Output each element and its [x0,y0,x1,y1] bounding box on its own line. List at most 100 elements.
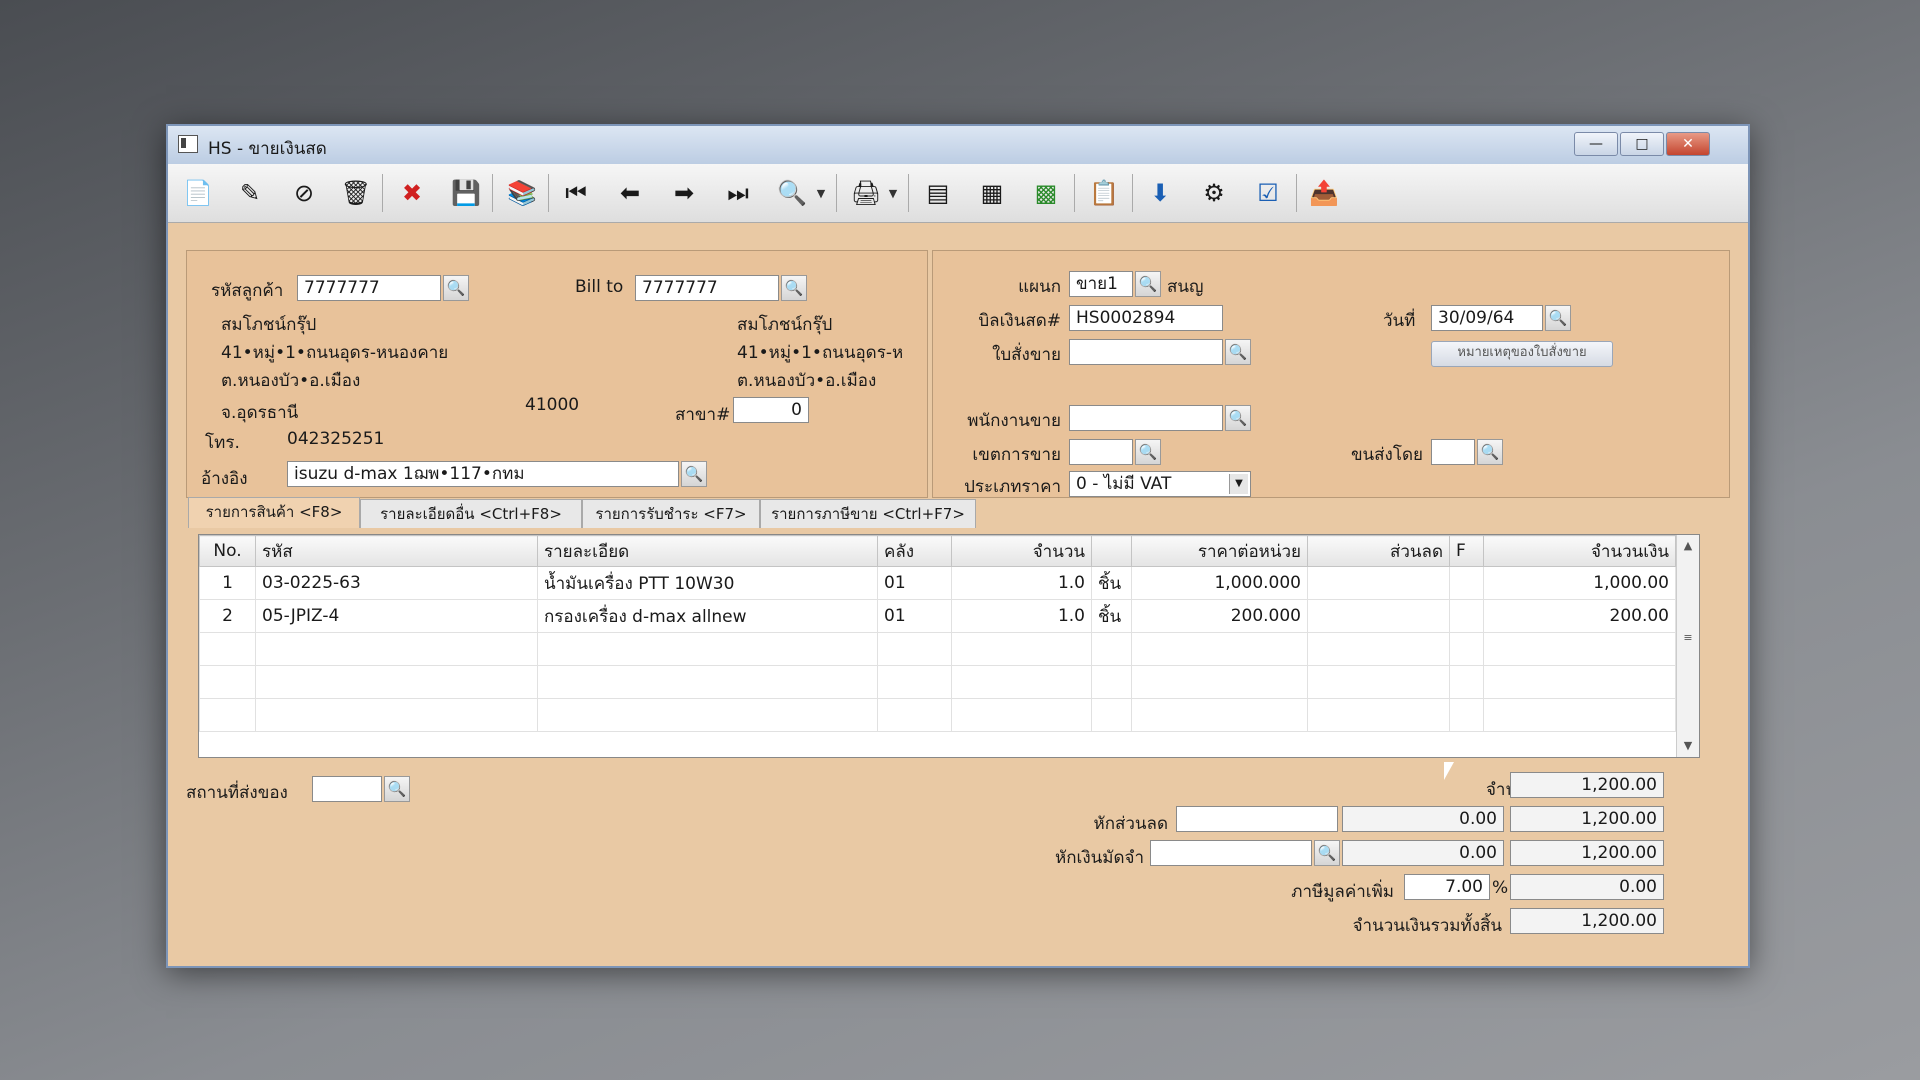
reference-input[interactable]: isuzu d-max 1ฌพ•117•กทม [287,461,679,487]
col-warehouse[interactable]: คลัง [877,535,952,567]
shipping-input[interactable] [1431,439,1475,465]
toolbar: 📄 ✎ ⊘ 🗑 ✖ 💾 📚 ⏮ ⬅ ➡ ⏭ 🔍 ▼ 🖨 ▼ ▤ ▦ ▩ 📋 ⬇ … [168,164,1748,223]
calc3-icon[interactable]: ▩ [1028,176,1064,210]
col-amount[interactable]: จำนวนเงิน [1483,535,1676,567]
col-unit-price[interactable]: ราคาต่อหน่วย [1131,535,1308,567]
zone-search-icon[interactable]: 🔍 [1135,439,1161,465]
date-input[interactable]: 30/09/64 [1431,305,1543,331]
items-grid[interactable]: No. รหัส รายละเอียด คลัง จำนวน ราคาต่อหน… [198,534,1700,758]
col-quantity[interactable]: จำนวน [951,535,1092,567]
empty-row[interactable] [199,665,1676,699]
price-type-select[interactable]: 0 - ไม่มี VAT ▼ [1069,471,1251,497]
deposit-search-icon[interactable]: 🔍 [1314,840,1340,866]
export-icon[interactable]: 📤 [1306,176,1342,210]
tab-sales-tax[interactable]: รายการภาษีขาย <Ctrl+F7> [760,499,976,528]
dept-search-icon[interactable]: 🔍 [1135,271,1161,297]
vat-rate-input[interactable]: 7.00 [1404,874,1490,900]
bill-to-input[interactable]: 7777777 [635,275,779,301]
empty-row[interactable] [199,698,1676,732]
row-flag [1449,566,1484,600]
minimize-button[interactable]: — [1574,132,1618,156]
phone-value: 042325251 [287,429,385,449]
report-icon[interactable]: 📋 [1086,176,1122,210]
bill-no-input[interactable]: HS0002894 [1069,305,1223,331]
col-description[interactable]: รายละเอียด [537,535,878,567]
order-search-icon[interactable]: 🔍 [1225,339,1251,365]
chevron-down-icon[interactable]: ▼ [1229,474,1248,494]
tab-items[interactable]: รายการสินค้า <F8> [188,497,360,528]
next-icon[interactable]: ➡ [666,176,702,210]
deposit-value: 0.00 [1342,840,1504,866]
cancel-icon[interactable]: ✖ [394,176,430,210]
find-icon[interactable]: 🔍 [774,176,810,210]
zone-input[interactable] [1069,439,1133,465]
customer-province: จ.อุดรธานี [221,403,299,423]
find-dropdown-icon[interactable]: ▼ [814,176,828,210]
tab-other-details[interactable]: รายละเอียดอื่น <Ctrl+F8> [360,499,582,528]
shipping-search-icon[interactable]: 🔍 [1477,439,1503,465]
salesperson-input[interactable] [1069,405,1223,431]
reference-search-icon[interactable]: 🔍 [681,461,707,487]
col-no[interactable]: No. [199,535,256,567]
last-icon[interactable]: ⏭ [720,176,756,210]
deposit-input[interactable] [1150,840,1312,866]
branch-input[interactable]: 0 [733,397,809,423]
print-dropdown-icon[interactable]: ▼ [886,176,900,210]
ok-icon[interactable]: ⬇ [1142,176,1178,210]
empty-row[interactable] [199,632,1676,666]
bill-address1: 41•หมู่•1•ถนนอุดร-ห [737,343,904,363]
bill-to-search-icon[interactable]: 🔍 [781,275,807,301]
new-doc-icon[interactable]: 📄 [180,176,216,210]
order-note-button[interactable]: หมายเหตุของใบสั่งขาย [1431,341,1613,367]
calc1-icon[interactable]: ▤ [920,176,956,210]
save-icon[interactable]: 💾 [448,176,484,210]
salesperson-search-icon[interactable]: 🔍 [1225,405,1251,431]
dept-name: สนญ [1167,277,1204,297]
col-code[interactable]: รหัส [255,535,538,567]
customer-search-icon[interactable]: 🔍 [443,275,469,301]
grid-scrollbar[interactable]: ▲ ≡ ▼ [1676,535,1699,757]
table-row[interactable]: 2 05-JPIZ-4 กรองเครื่อง d-max allnew 01 … [199,599,1676,633]
scroll-down-icon[interactable]: ▼ [1677,739,1699,752]
delivery-search-icon[interactable]: 🔍 [384,776,410,802]
print-icon[interactable]: 🖨 [848,176,884,210]
calc2-icon[interactable]: ▦ [974,176,1010,210]
app-icon [178,135,198,153]
discount-input[interactable] [1176,806,1338,832]
row-unit: ชิ้น [1091,599,1132,633]
bill-to-label: Bill to [575,277,624,297]
mouse-cursor-icon [1444,762,1454,780]
customer-address2: ต.หนองบัว•อ.เมือง [221,371,361,391]
prev-icon[interactable]: ⬅ [612,176,648,210]
delete-icon[interactable]: 🗑 [338,176,374,210]
first-icon[interactable]: ⏮ [558,176,594,210]
maximize-button[interactable]: □ [1620,132,1664,156]
price-type-label: ประเภทราคา [964,477,1061,497]
copy-icon[interactable]: 📚 [504,176,540,210]
delivery-input[interactable] [312,776,382,802]
order-label: ใบสั่งขาย [992,345,1061,365]
scroll-up-icon[interactable]: ▲ [1677,539,1699,552]
col-discount[interactable]: ส่วนลด [1307,535,1450,567]
date-picker-icon[interactable]: 🔍 [1545,305,1571,331]
col-unit[interactable] [1091,535,1132,567]
date-label: วันที่ [1383,311,1416,331]
dept-input[interactable]: ขาย1 [1069,271,1133,297]
tab-payments[interactable]: รายการรับชำระ <F7> [582,499,760,528]
scroll-thumb-icon[interactable]: ≡ [1677,631,1699,644]
row-unit-price: 1,000.000 [1131,566,1308,600]
void-icon[interactable]: ⊘ [286,176,322,210]
title-bar[interactable]: HS - ขายเงินสด — □ ✕ [168,126,1748,165]
edit-icon[interactable]: ✎ [232,176,268,210]
row-quantity: 1.0 [951,599,1092,633]
zone-label: เขตการขาย [972,445,1061,465]
table-row[interactable]: 1 03-0225-63 น้ำมันเครื่อง PTT 10W30 01 … [199,566,1676,600]
close-button[interactable]: ✕ [1666,132,1710,156]
ok2-icon[interactable]: ☑ [1250,176,1286,210]
order-input[interactable] [1069,339,1223,365]
total-value: 1,200.00 [1510,908,1664,934]
link-icon[interactable]: ⚙ [1196,176,1232,210]
bill-no-label: บิลเงินสด# [978,311,1061,331]
customer-code-input[interactable]: 7777777 [297,275,441,301]
col-flag[interactable]: F [1449,535,1484,567]
